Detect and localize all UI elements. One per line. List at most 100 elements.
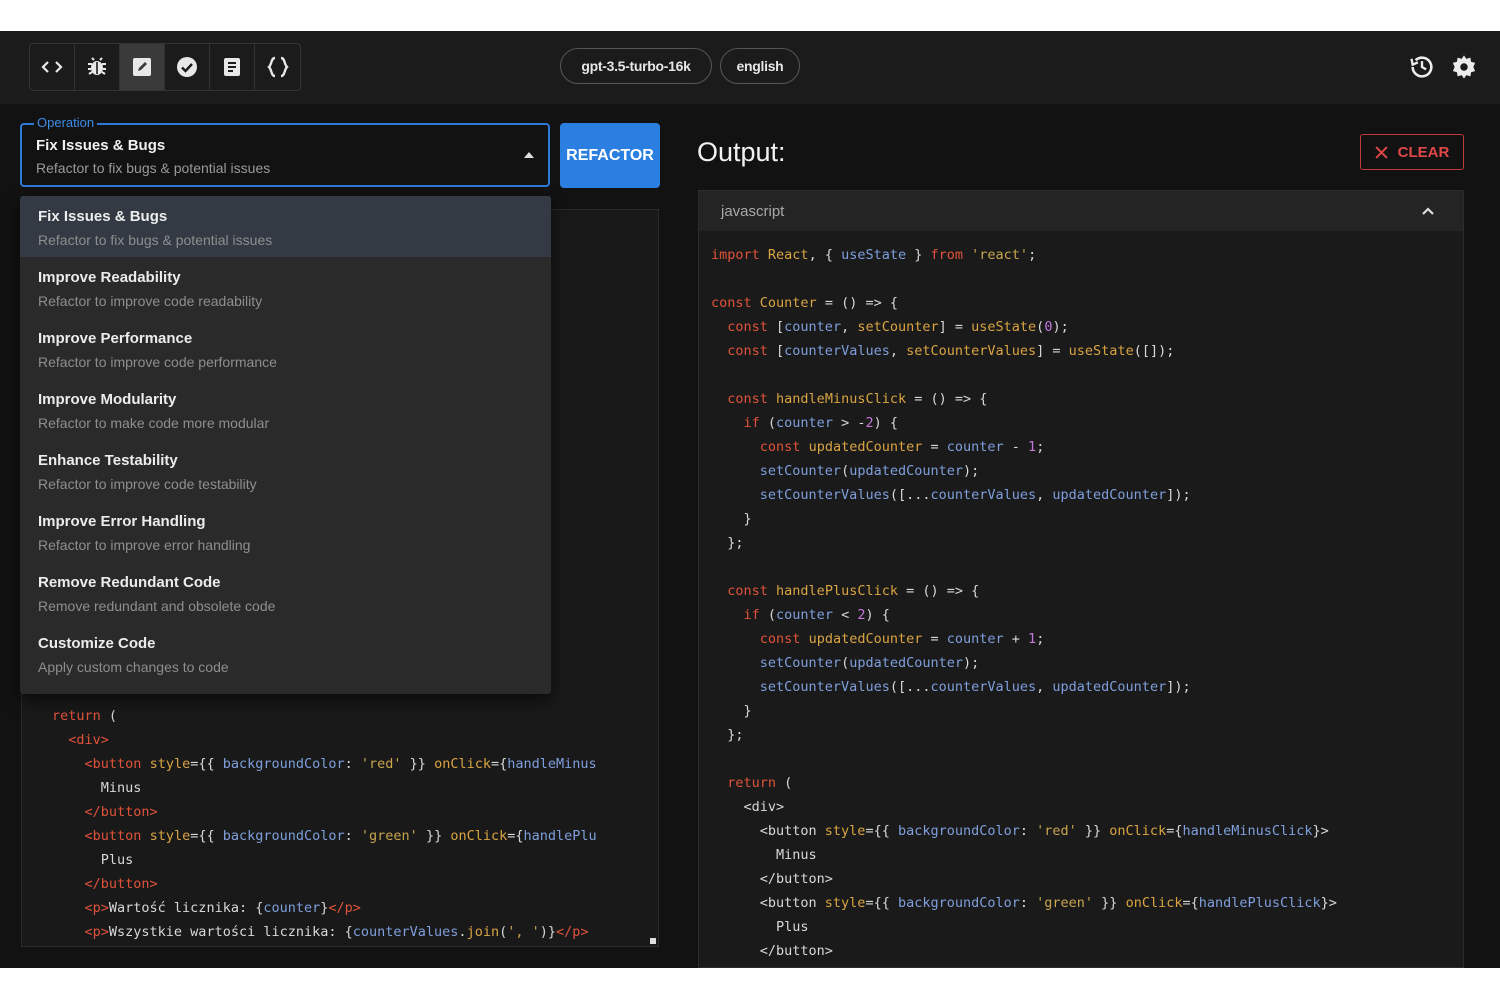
code-line: <p>Wartość licznika: {counter}</p>: [52, 896, 597, 920]
model-chip[interactable]: gpt-3.5-turbo-16k: [560, 48, 712, 84]
code-token: }}: [1076, 823, 1110, 839]
code-token: }: [711, 703, 752, 719]
code-tool-button[interactable]: [30, 44, 75, 90]
code-token: counter: [946, 439, 1004, 455]
code-token: <div>: [68, 732, 109, 748]
code-token: ,: [889, 343, 907, 359]
braces-icon: [266, 56, 289, 78]
code-token: };: [711, 727, 744, 743]
code-token: updatedCounter: [808, 631, 923, 647]
code-line: return (: [711, 771, 1337, 795]
document-tool-button[interactable]: [210, 44, 255, 90]
code-token: const: [727, 319, 768, 335]
dropdown-option[interactable]: Improve Performance Refactor to improve c…: [20, 318, 551, 379]
code-token: }>: [1320, 895, 1337, 911]
dropdown-option[interactable]: Customize Code Apply custom changes to co…: [20, 623, 551, 684]
dropdown-option-title: Improve Readability: [38, 269, 181, 286]
dropdown-option[interactable]: Enhance Testability Refactor to improve c…: [20, 440, 551, 501]
code-token: [: [767, 319, 785, 335]
code-token: const: [711, 295, 752, 311]
dropdown-option[interactable]: Remove Redundant Code Remove redundant an…: [20, 562, 551, 623]
tool-group: [29, 43, 301, 91]
code-line: const handlePlusClick = () => {: [711, 579, 1337, 603]
code-line: const [counter, setCounter] = useState(0…: [711, 315, 1337, 339]
code-token: <: [832, 607, 858, 623]
code-token: , {: [808, 247, 842, 263]
output-panel-header[interactable]: javascript: [699, 191, 1463, 231]
code-token: counter: [776, 415, 833, 431]
code-token: counter: [263, 900, 321, 916]
code-token: 1: [1028, 439, 1037, 455]
clear-button[interactable]: CLEAR: [1360, 134, 1464, 170]
code-token: <button: [711, 823, 825, 839]
code-line: }: [711, 507, 1337, 531]
code-token: counter: [946, 631, 1004, 647]
language-chip[interactable]: english: [720, 48, 800, 84]
code-token: backgroundColor: [897, 895, 1020, 911]
history-icon[interactable]: [1408, 53, 1436, 81]
output-code-lines: import React, { useState } from 'react';…: [711, 243, 1337, 963]
dropdown-option[interactable]: Improve Readability Refactor to improve c…: [20, 257, 551, 318]
dropdown-option-title: Remove Redundant Code: [38, 574, 221, 591]
code-token: ;: [1036, 439, 1045, 455]
refactor-button[interactable]: REFACTOR: [560, 123, 660, 188]
code-token: (: [841, 463, 850, 479]
code-line: </button>: [711, 867, 1337, 891]
dropdown-option[interactable]: Improve Modularity Refactor to make code …: [20, 379, 551, 440]
gear-icon[interactable]: [1450, 53, 1478, 81]
code-line: </button>: [711, 939, 1337, 963]
code-token: 'react': [971, 247, 1029, 263]
edit-tool-button[interactable]: [120, 44, 165, 90]
code-token: ) {: [865, 607, 890, 623]
code-token: 1: [1028, 631, 1037, 647]
code-token: backgroundColor: [222, 828, 345, 844]
code-token: ={: [507, 828, 524, 844]
clear-label: CLEAR: [1397, 143, 1450, 161]
document-icon: [224, 58, 240, 76]
dropdown-option-title: Enhance Testability: [38, 452, 178, 469]
operation-select[interactable]: Operation Fix Issues & Bugs Refactor to …: [20, 115, 550, 187]
dropdown-option[interactable]: Fix Issues & Bugs Refactor to fix bugs & …: [20, 196, 551, 257]
dropdown-option-desc: Refactor to improve code readability: [38, 293, 263, 309]
code-token: updatedCounter: [849, 655, 963, 671]
operation-selected-desc: Refactor to fix bugs & potential issues: [36, 160, 271, 176]
code-token: style: [824, 895, 866, 911]
braces-tool-button[interactable]: [255, 44, 300, 90]
code-token: <p>: [84, 924, 109, 940]
input-code-lines: return ( <div> <button style={{ backgrou…: [52, 704, 597, 944]
chevron-up-icon[interactable]: [1421, 204, 1435, 218]
code-token: useState: [1068, 343, 1134, 359]
code-token: if: [743, 607, 760, 623]
code-token: ] =: [938, 319, 972, 335]
scrollbar-thumb[interactable]: [650, 938, 656, 944]
operation-label: Operation: [34, 115, 98, 130]
code-token: <div>: [743, 799, 785, 815]
code-token: counterValues: [352, 924, 459, 940]
code-token: Minus: [52, 780, 142, 796]
check-tool-button[interactable]: [165, 44, 210, 90]
code-token: ={: [490, 756, 508, 772]
code-token: (: [776, 775, 793, 791]
code-token: handlePlusClick: [1198, 895, 1321, 911]
code-token: updatedCounter: [1052, 487, 1167, 503]
code-token: Counter: [759, 295, 817, 311]
bug-tool-button[interactable]: [75, 44, 120, 90]
code-token: .: [458, 924, 467, 940]
code-token: > -: [832, 415, 866, 431]
dropdown-option[interactable]: Improve Error Handling Refactor to improv…: [20, 501, 551, 562]
code-line: import React, { useState } from 'react';: [711, 243, 1337, 267]
code-token: ]);: [1166, 679, 1191, 695]
code-token: setCounterValues: [906, 343, 1037, 359]
